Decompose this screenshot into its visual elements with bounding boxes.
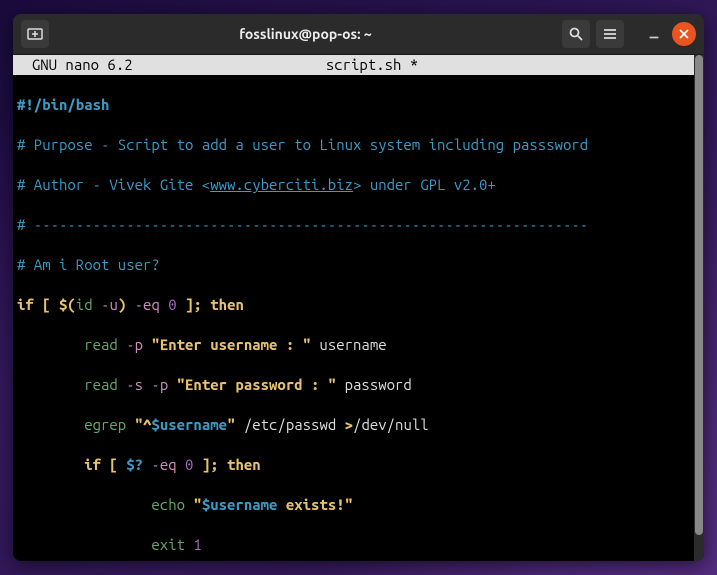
code-line: # Purpose - Script to add a user to Linu… bbox=[17, 136, 588, 153]
code-line: # Author - Vivek Gite < bbox=[17, 176, 210, 193]
code-tok: -eq bbox=[143, 456, 185, 473]
code-tok: /etc/passwd bbox=[235, 416, 344, 433]
terminal-window: fosslinux@pop-os: ~ GNU nano 6.2 script.… bbox=[13, 14, 704, 561]
code-line: # --------------------------------------… bbox=[17, 216, 588, 233]
code-tok: "Enter username : " bbox=[151, 336, 311, 353]
code-line: # Am i Root user? bbox=[17, 256, 160, 273]
code-tok: ]; then bbox=[177, 296, 244, 313]
code-tok: ) bbox=[118, 296, 126, 313]
code-tok: egrep bbox=[84, 416, 126, 433]
code-tok: password bbox=[336, 376, 412, 393]
code-tok: > bbox=[345, 416, 353, 433]
code-tok: -s bbox=[118, 376, 143, 393]
code-tok: echo bbox=[151, 496, 185, 513]
code-tok: "Enter password : " bbox=[177, 376, 337, 393]
code-tok: exists!" bbox=[277, 496, 353, 513]
code-line: > under GPL v2.0+ bbox=[353, 176, 496, 193]
code-tok: [ bbox=[34, 296, 59, 313]
code-tok: read bbox=[84, 336, 118, 353]
code-tok: -p bbox=[143, 376, 177, 393]
code-tok: " bbox=[185, 496, 202, 513]
search-button[interactable] bbox=[562, 20, 590, 48]
code-tok: [ bbox=[101, 456, 126, 473]
code-tok: $? bbox=[126, 456, 143, 473]
nano-header: GNU nano 6.2 script.sh * bbox=[13, 55, 704, 75]
code-tok: "^ bbox=[126, 416, 151, 433]
menu-button[interactable] bbox=[596, 20, 624, 48]
code-tok: -eq bbox=[126, 296, 168, 313]
code-tok: $username bbox=[151, 416, 227, 433]
code-tok: ]; then bbox=[193, 456, 260, 473]
titlebar: fosslinux@pop-os: ~ bbox=[13, 14, 704, 55]
minimize-button[interactable] bbox=[642, 22, 666, 46]
new-tab-button[interactable] bbox=[21, 20, 49, 48]
editor-buffer[interactable]: #!/bin/bash # Purpose - Script to add a … bbox=[13, 75, 704, 561]
code-tok: id bbox=[76, 296, 93, 313]
code-tok: if bbox=[84, 456, 101, 473]
code-line: www.cyberciti.biz bbox=[210, 176, 353, 193]
code-tok: 1 bbox=[185, 536, 202, 553]
scrollbar-thumb[interactable] bbox=[695, 55, 703, 535]
code-tok: -u bbox=[93, 296, 118, 313]
code-tok: username bbox=[311, 336, 387, 353]
window-title: fosslinux@pop-os: ~ bbox=[55, 26, 556, 42]
code-tok: /dev/null bbox=[353, 416, 429, 433]
code-tok: -p bbox=[118, 336, 152, 353]
close-button[interactable] bbox=[672, 22, 696, 46]
code-tok: $( bbox=[59, 296, 76, 313]
terminal-content[interactable]: GNU nano 6.2 script.sh * #!/bin/bash # P… bbox=[13, 55, 704, 561]
code-tok: exit bbox=[151, 536, 185, 553]
nano-filename: script.sh * bbox=[326, 56, 418, 73]
code-tok: 0 bbox=[168, 296, 176, 313]
scrollbar[interactable] bbox=[694, 55, 704, 561]
nano-app-name: GNU nano 6.2 bbox=[32, 56, 133, 73]
code-tok: if bbox=[17, 296, 34, 313]
code-line: #!/bin/bash bbox=[17, 96, 109, 113]
code-tok: read bbox=[84, 376, 118, 393]
code-tok: $username bbox=[202, 496, 278, 513]
